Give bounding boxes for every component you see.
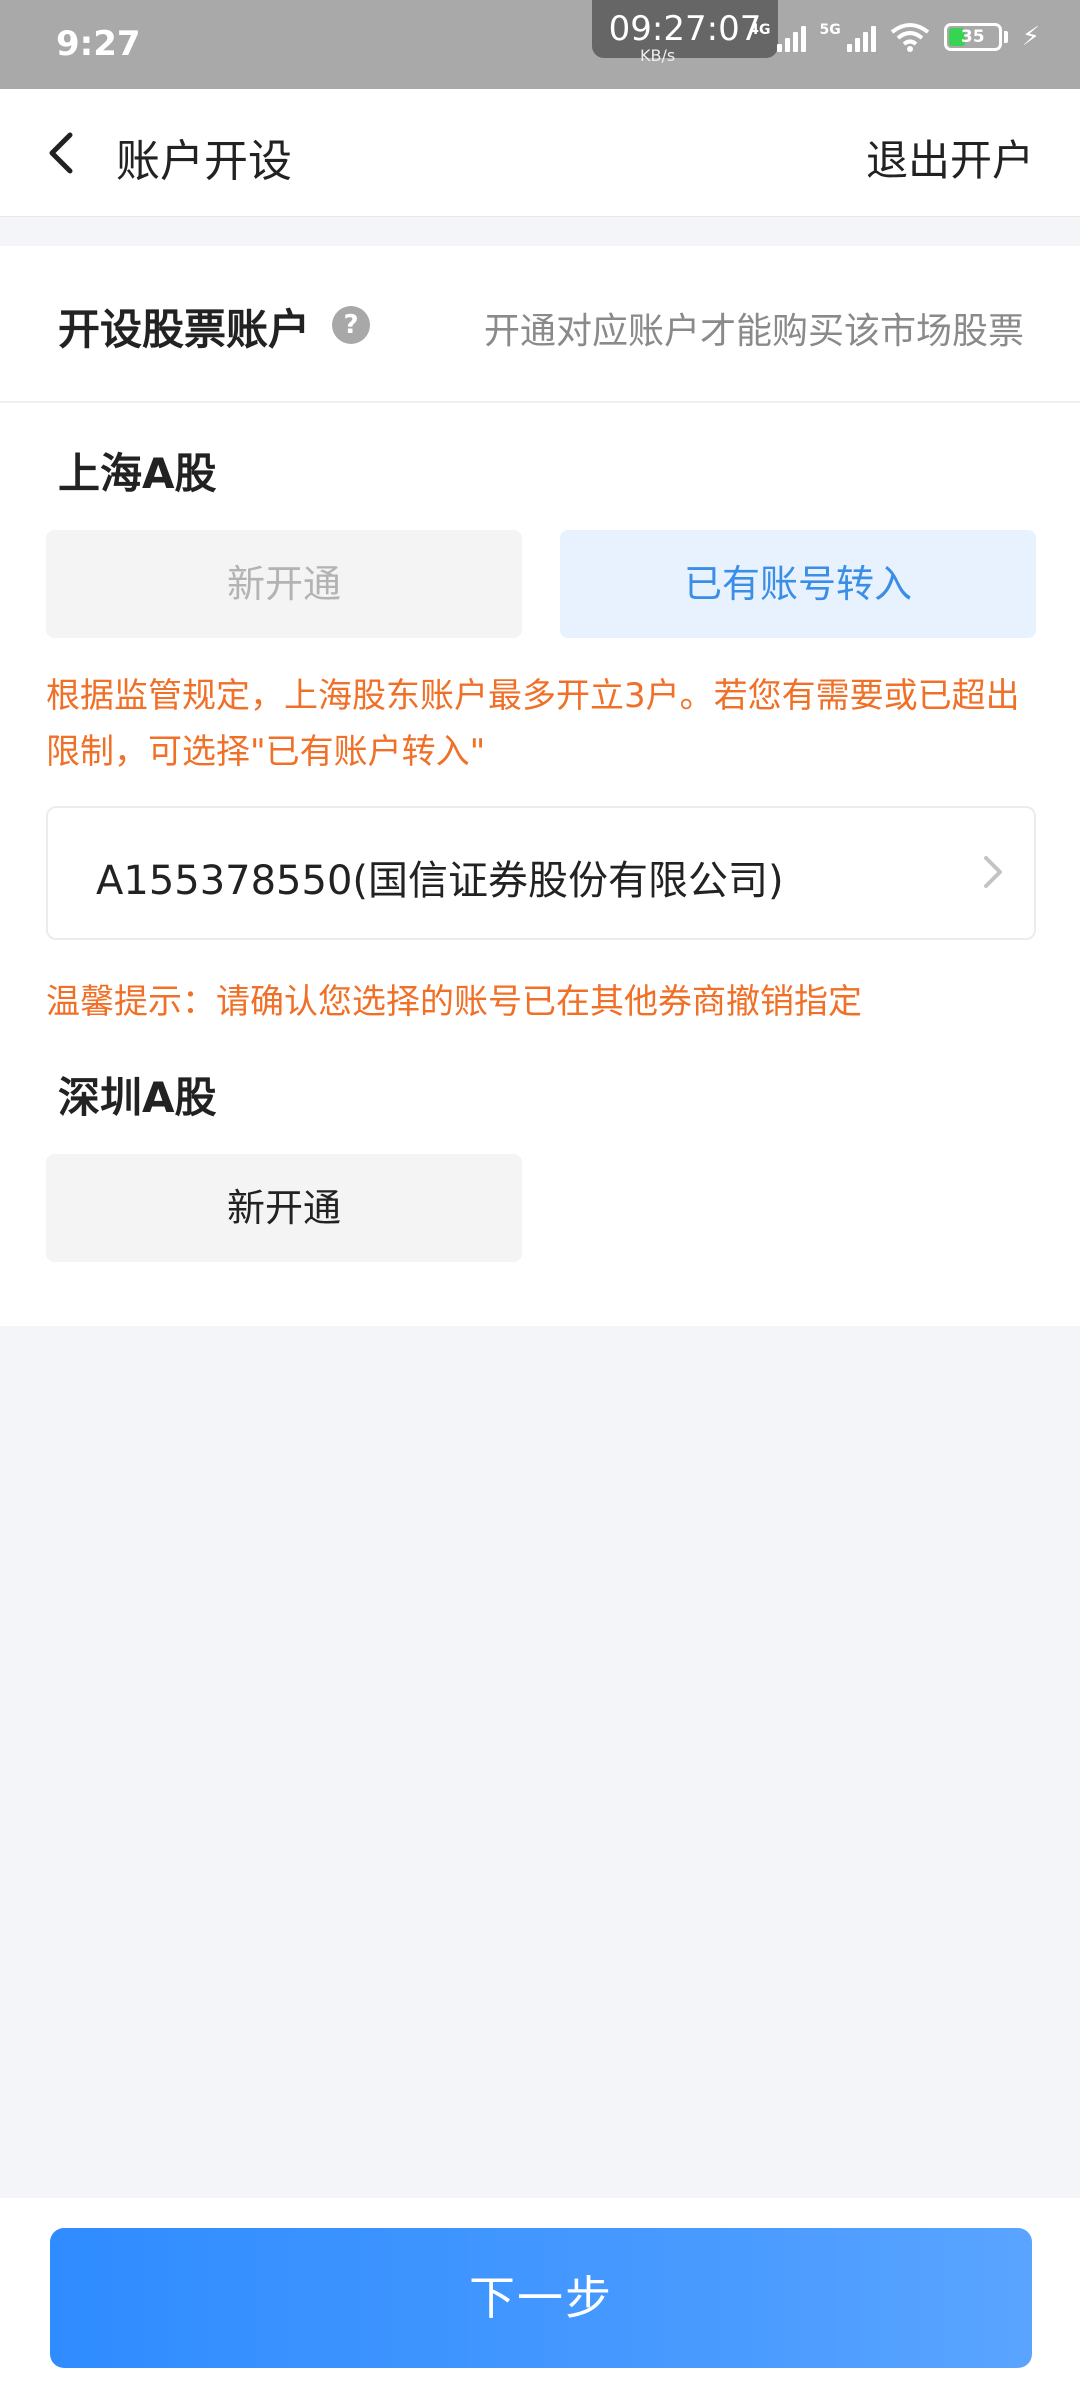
- status-bar: 9:27 09:27:07 KB/s 4G 5G 35 ⚡: [0, 0, 1080, 89]
- wifi-icon: [890, 23, 929, 52]
- bottom-bar: 下一步: [0, 2198, 1080, 2400]
- back-arrow-icon[interactable]: [36, 125, 92, 181]
- network-4g-label: 4G: [749, 22, 771, 38]
- account-selector[interactable]: A155378550(国信证券股份有限公司): [46, 806, 1036, 940]
- page-title: 账户开设: [116, 136, 292, 187]
- shanghai-a-title: 上海A股: [58, 449, 217, 498]
- shenzhen-new-open-button[interactable]: 新开通: [46, 1154, 522, 1262]
- signal-icon-2: [846, 22, 876, 52]
- network-speed-unit: KB/s: [640, 46, 676, 65]
- battery-level: 35: [960, 27, 985, 47]
- next-step-button[interactable]: 下一步: [50, 2228, 1032, 2368]
- shenzhen-a-title: 深圳A股: [58, 1073, 217, 1122]
- selected-account: A155378550(国信证券股份有限公司): [96, 858, 784, 904]
- shanghai-transfer-button[interactable]: 已有账号转入: [560, 530, 1036, 638]
- transfer-tip: 温馨提示：请确认您选择的账号已在其他券商撤销指定: [46, 982, 862, 1022]
- chevron-right-icon: [984, 856, 1002, 888]
- nav-bar: 账户开设 退出开户: [0, 89, 1080, 217]
- battery-cap: [1003, 31, 1008, 43]
- network-5g-label: 5G: [819, 22, 841, 38]
- charging-icon: ⚡: [1021, 22, 1040, 52]
- status-icons: 4G 5G 35 ⚡: [749, 22, 1040, 52]
- battery-icon: 35: [943, 23, 1002, 51]
- help-icon[interactable]: ?: [332, 306, 370, 344]
- signal-icon: [776, 22, 806, 52]
- status-time: 9:27: [56, 24, 141, 64]
- exit-account-opening-button[interactable]: 退出开户: [866, 127, 1034, 188]
- section-hint: 开通对应账户才能购买该市场股票: [483, 311, 1024, 352]
- shanghai-limit-notice: 根据监管规定，上海股东账户最多开立3户。若您有需要或已超出限制，可选择"已有账户…: [46, 676, 1020, 772]
- account-setup-card: 开设股票账户 ? 开通对应账户才能购买该市场股票 上海A股 新开通 已有账号转入…: [0, 246, 1080, 1326]
- section-header: 开设股票账户 ? 开通对应账户才能购买该市场股票: [0, 246, 1080, 403]
- shanghai-new-open-button[interactable]: 新开通: [46, 530, 522, 638]
- section-title: 开设股票账户: [58, 305, 311, 354]
